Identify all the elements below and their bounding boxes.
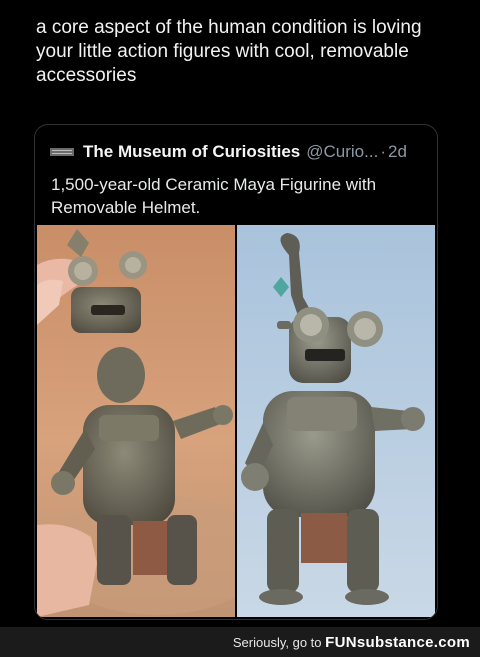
watermark-footer: Seriously, go to FUNsubstance.com (0, 627, 480, 657)
quoted-tweet-text: 1,500-year-old Ceramic Maya Figurine wit… (51, 175, 377, 217)
footer-text: Seriously, go to (232, 635, 322, 650)
quoted-author-name[interactable]: The Museum of Curiosities (83, 142, 300, 162)
quoted-timestamp[interactable]: 2d (388, 142, 407, 162)
photo-grid (37, 225, 435, 617)
photo-figurine-helmet-on[interactable] (237, 225, 435, 617)
footer-credit: Seriously, go to FUNsubstance.com (233, 634, 470, 651)
quoted-author-handle[interactable]: @Curio... (306, 142, 378, 162)
quoted-tweet-header: The Museum of Curiosities @Curio... · 2d (49, 141, 427, 163)
funsubstance-logo[interactable]: FUNsubstance.com (325, 634, 470, 651)
header-separator: · (380, 142, 386, 161)
post-caption: a core aspect of the human condition is … (36, 17, 422, 86)
photo-figurine-helmet-removed[interactable] (37, 225, 235, 617)
museum-logo-icon[interactable] (49, 145, 75, 159)
quoted-tweet-card[interactable]: The Museum of Curiosities @Curio... · 2d… (34, 124, 438, 620)
